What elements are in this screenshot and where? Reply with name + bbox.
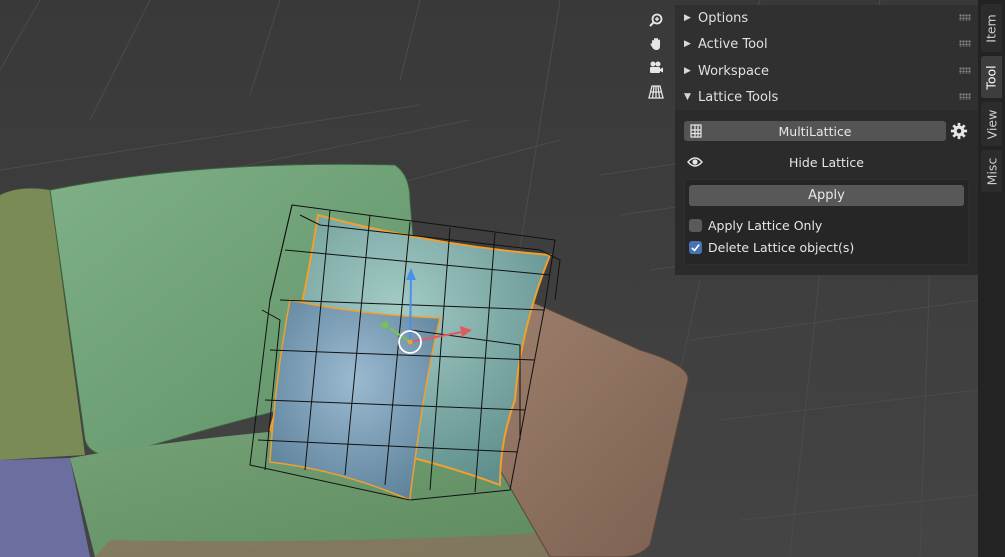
perspective-toggle-button[interactable] bbox=[645, 81, 667, 103]
panel-title: Options bbox=[698, 10, 749, 26]
tab-tool[interactable]: Tool bbox=[981, 56, 1002, 98]
panel-header-active-tool[interactable]: ▶ Active Tool bbox=[675, 32, 978, 56]
drag-grip-icon[interactable] bbox=[959, 93, 971, 100]
multilattice-button[interactable]: MultiLattice bbox=[684, 121, 946, 141]
apply-label: Apply bbox=[808, 188, 845, 203]
checkbox-label: Delete Lattice object(s) bbox=[708, 239, 855, 255]
tab-item[interactable]: Item bbox=[981, 4, 1002, 52]
hide-lattice-toggle[interactable]: Hide Lattice bbox=[684, 152, 969, 172]
tab-misc[interactable]: Misc bbox=[981, 150, 1002, 192]
lattice-icon bbox=[690, 124, 702, 138]
sidebar-panel: ▶ Options ▶ Active Tool ▶ Workspace ▼ La… bbox=[675, 5, 978, 275]
checkbox-checked[interactable] bbox=[689, 240, 702, 254]
pan-button[interactable] bbox=[645, 33, 667, 55]
drag-grip-icon[interactable] bbox=[959, 40, 971, 47]
checkbox-unchecked[interactable] bbox=[689, 218, 702, 232]
camera-icon bbox=[650, 61, 663, 73]
grid-perspective-icon bbox=[648, 85, 664, 99]
tab-label: View bbox=[984, 109, 1000, 139]
checkbox-label: Apply Lattice Only bbox=[708, 217, 823, 233]
tab-label: Misc bbox=[984, 157, 999, 185]
multilattice-label: MultiLattice bbox=[778, 123, 852, 139]
drag-grip-icon[interactable] bbox=[959, 14, 971, 21]
apply-button[interactable]: Apply bbox=[689, 185, 964, 206]
apply-lattice-only-checkbox[interactable]: Apply Lattice Only bbox=[689, 216, 822, 234]
sidebar-tabs: Item Tool View Misc bbox=[978, 0, 1005, 557]
settings-button[interactable] bbox=[949, 121, 969, 141]
collapsed-arrow-icon: ▶ bbox=[684, 39, 691, 49]
zoom-icon bbox=[649, 13, 663, 27]
tab-label: Tool bbox=[984, 64, 999, 90]
panel-header-options[interactable]: ▶ Options bbox=[675, 6, 978, 30]
checkmark-icon bbox=[691, 243, 700, 252]
eye-icon bbox=[687, 157, 703, 167]
collapsed-arrow-icon: ▶ bbox=[684, 13, 691, 23]
viewport-navigation bbox=[645, 9, 669, 105]
apply-options-box: Apply Apply Lattice Only Delete Lattice … bbox=[684, 179, 969, 265]
zoom-button[interactable] bbox=[645, 9, 667, 31]
hand-pan-icon bbox=[650, 38, 660, 50]
panel-header-lattice-tools[interactable]: ▼ Lattice Tools bbox=[675, 85, 978, 109]
panel-title: Workspace bbox=[698, 63, 770, 79]
hide-lattice-label: Hide Lattice bbox=[789, 154, 864, 170]
camera-view-button[interactable] bbox=[645, 57, 667, 79]
panel-title: Lattice Tools bbox=[698, 89, 779, 105]
collapsed-arrow-icon: ▶ bbox=[684, 66, 691, 76]
tab-view[interactable]: View bbox=[981, 102, 1002, 146]
delete-lattice-objects-checkbox[interactable]: Delete Lattice object(s) bbox=[689, 238, 854, 256]
tab-label: Item bbox=[984, 13, 999, 43]
gear-icon bbox=[950, 122, 968, 140]
panel-header-workspace[interactable]: ▶ Workspace bbox=[675, 59, 978, 83]
expanded-arrow-icon: ▼ bbox=[684, 92, 691, 102]
panel-title: Active Tool bbox=[698, 36, 768, 52]
drag-grip-icon[interactable] bbox=[959, 67, 971, 74]
lattice-tools-body: MultiLattice Hide Lattice Apply Apply La… bbox=[675, 110, 978, 275]
